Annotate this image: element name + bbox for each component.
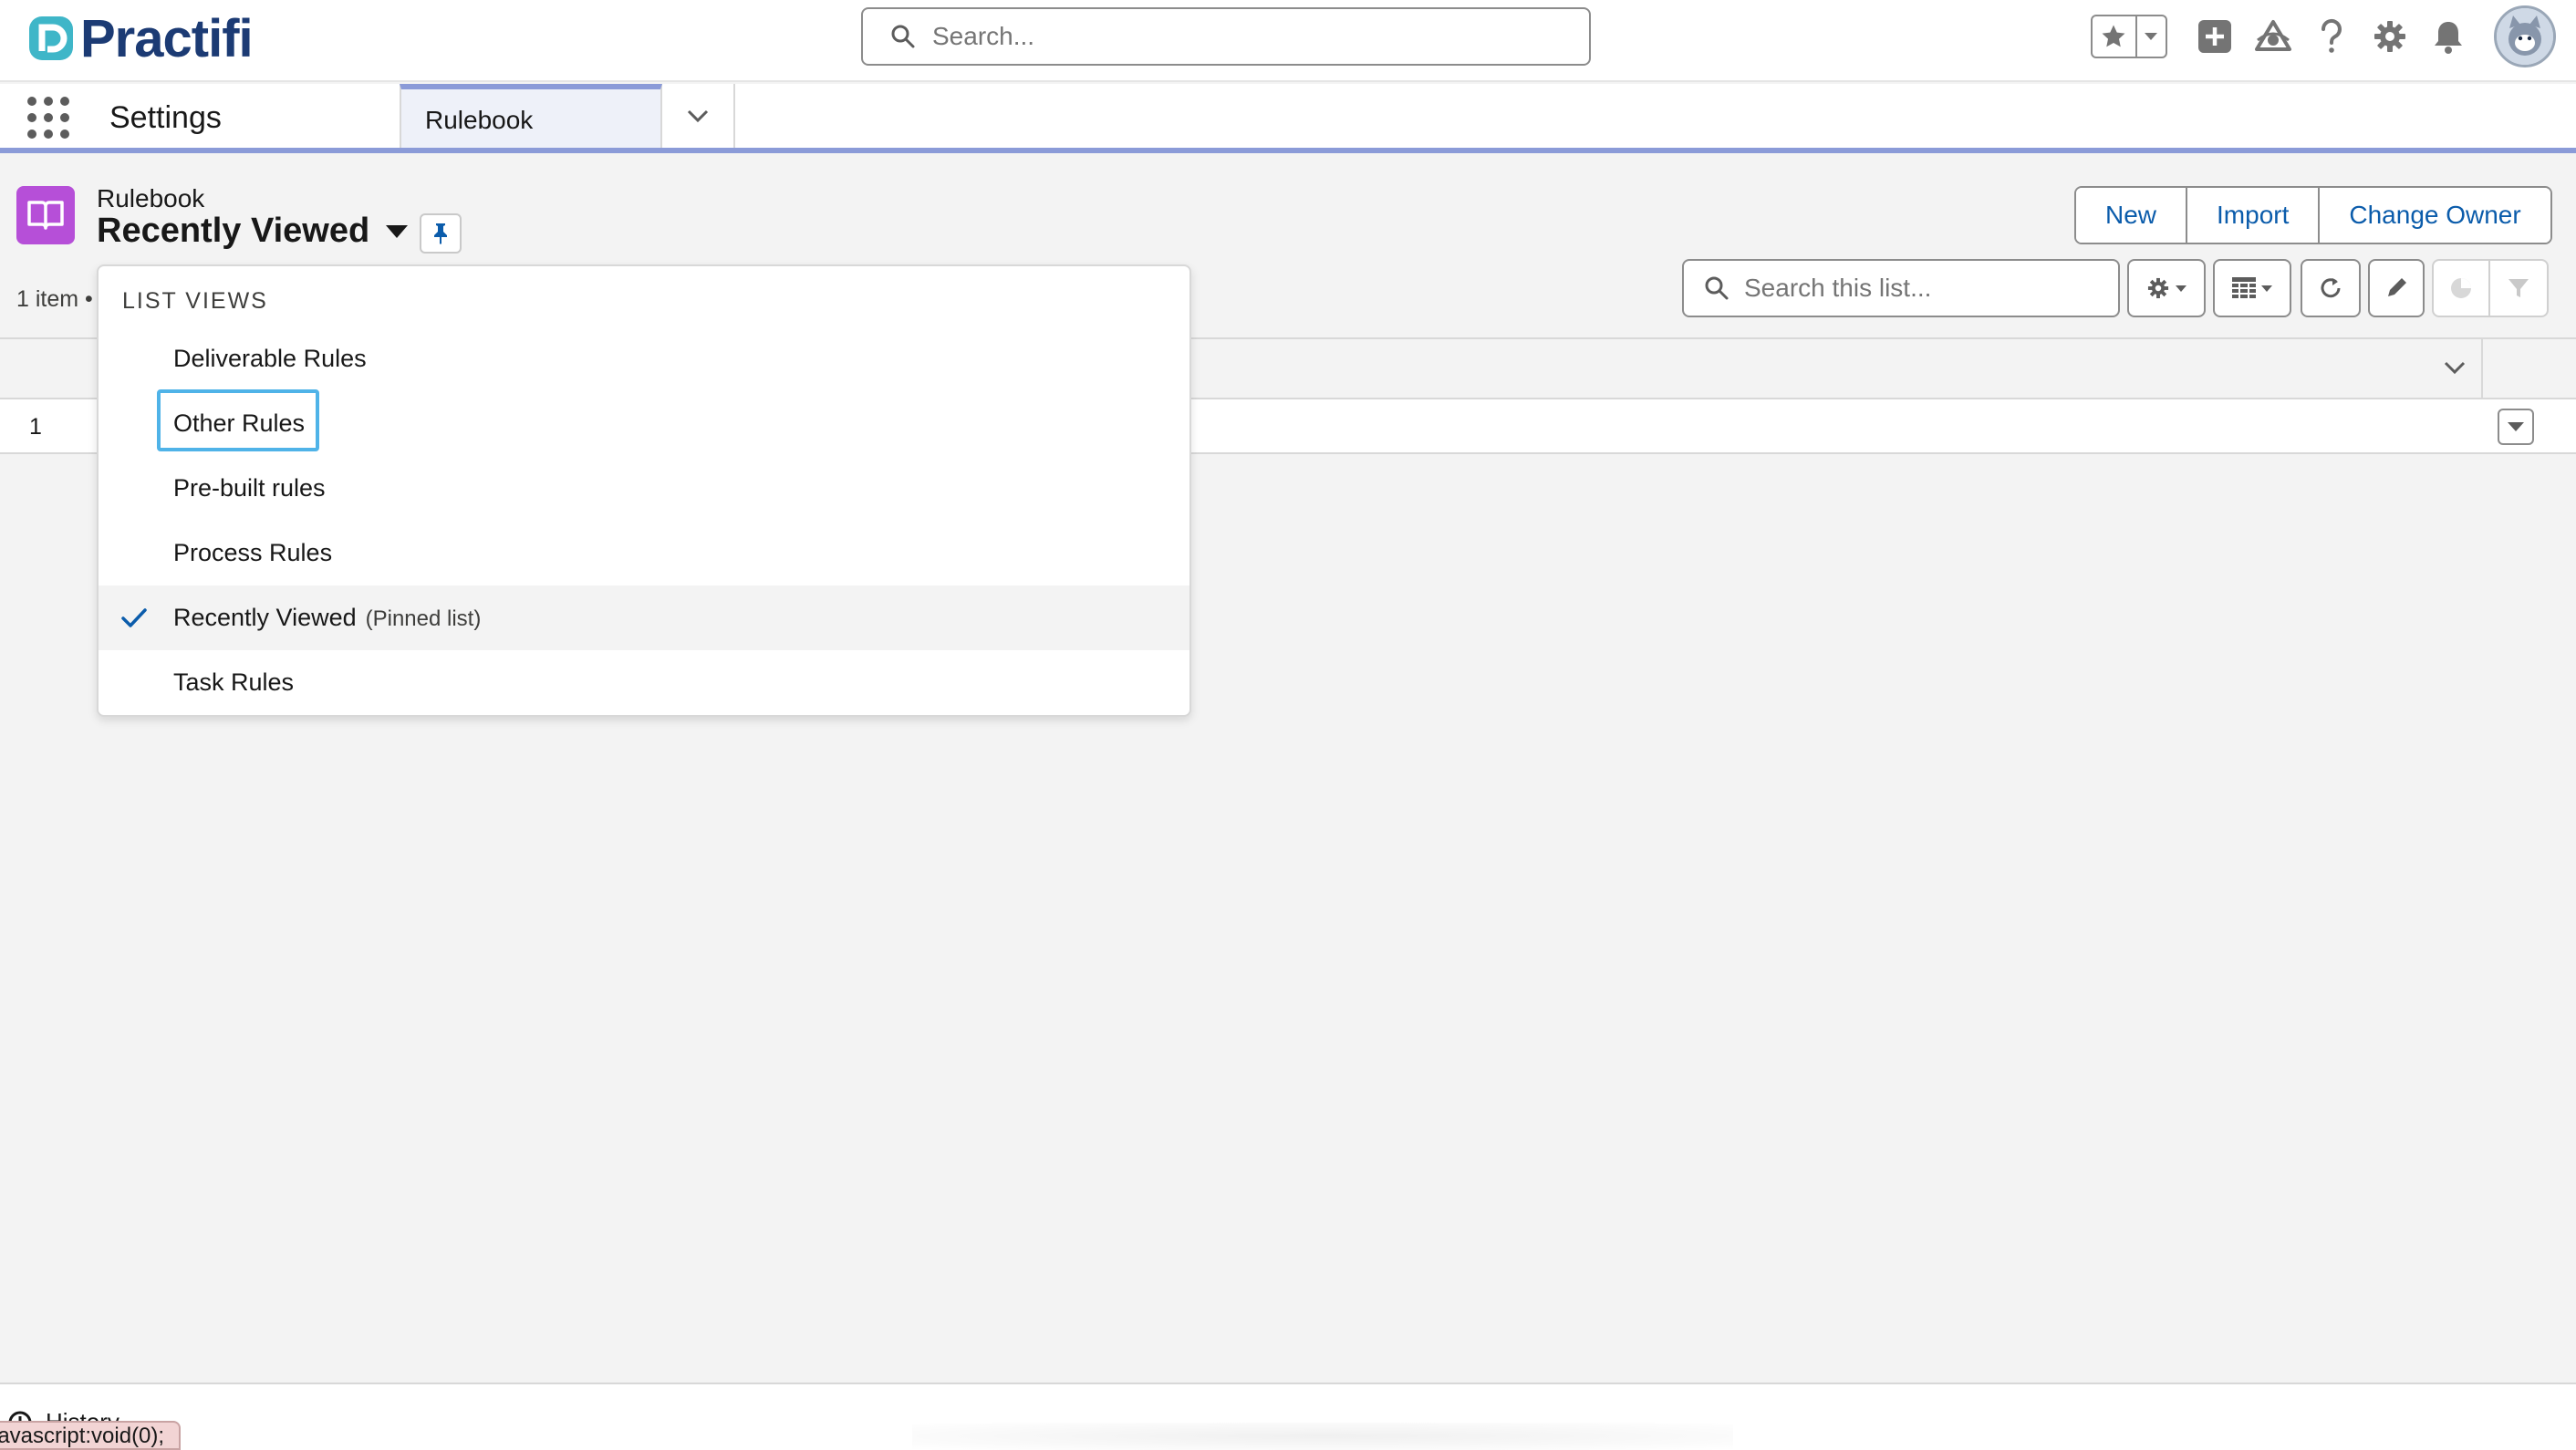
row-number: 1: [29, 414, 42, 440]
chevron-down-icon: [687, 109, 709, 123]
pencil-icon: [2388, 278, 2406, 296]
column-divider: [2481, 339, 2483, 399]
pin-list-button[interactable]: [420, 213, 462, 254]
chart-filter-button-group: [2432, 259, 2549, 317]
option-label: Other Rules: [173, 409, 306, 437]
list-view-option-process-rules[interactable]: Process Rules: [99, 521, 1189, 585]
header-utility-icons: [2091, 0, 2576, 73]
practifi-logo-icon: [27, 15, 75, 62]
option-label: Process Rules: [173, 539, 333, 566]
favorites-star-icon[interactable]: [2093, 16, 2137, 57]
list-view-option-deliverable-rules[interactable]: Deliverable Rules: [99, 326, 1189, 391]
display-as-button[interactable]: [2213, 259, 2291, 317]
list-view-name: Recently Viewed: [97, 212, 370, 250]
list-search-box[interactable]: [1682, 259, 2120, 317]
caret-down-icon: [2261, 285, 2272, 292]
change-owner-button[interactable]: Change Owner: [2320, 188, 2550, 243]
global-header: Practifi: [0, 0, 2576, 82]
list-search-input[interactable]: [1744, 274, 2109, 303]
tab-rulebook-menu-button[interactable]: [662, 84, 735, 148]
refresh-icon: [2321, 278, 2341, 298]
column-actions-chevron-icon[interactable]: [2441, 354, 2468, 386]
search-icon: [891, 25, 915, 48]
checkmark-icon: [120, 606, 148, 636]
global-add-icon[interactable]: [2195, 16, 2235, 57]
list-view-option-task-rules[interactable]: Task Rules: [99, 650, 1189, 715]
caret-down-icon: [2508, 422, 2524, 431]
refresh-button[interactable]: [2301, 259, 2361, 317]
user-avatar[interactable]: [2494, 5, 2556, 67]
item-count: 1 item •: [16, 286, 93, 312]
pin-icon: [434, 223, 447, 244]
import-button[interactable]: Import: [2187, 188, 2321, 243]
app-navigation-bar: Settings Rulebook: [0, 84, 2576, 153]
app-launcher-icon[interactable]: [27, 97, 69, 139]
practifi-logo[interactable]: Practifi: [27, 8, 254, 68]
favorites-dropdown-icon[interactable]: [2137, 16, 2166, 57]
setup-gear-icon[interactable]: [2370, 16, 2410, 57]
help-icon[interactable]: [2311, 16, 2352, 57]
rulebook-object-icon: [16, 186, 75, 244]
edit-list-button[interactable]: [2368, 259, 2425, 317]
option-label: Pre-built rules: [173, 474, 326, 502]
new-button[interactable]: New: [2076, 188, 2188, 243]
app-name: Settings: [109, 100, 222, 135]
caret-down-icon: [386, 224, 409, 238]
list-view-option-recently-viewed[interactable]: Recently Viewed (Pinned list): [99, 585, 1189, 650]
gear-icon: [2147, 277, 2169, 299]
list-actions-button-group: New Import Change Owner: [2074, 186, 2552, 244]
list-views-heading: LIST VIEWS: [122, 288, 268, 314]
option-label-wrapper: Recently Viewed (Pinned list): [173, 604, 481, 632]
caret-down-icon: [2176, 285, 2186, 292]
pinned-list-note: (Pinned list): [365, 606, 482, 631]
brand-name: Practifi: [80, 8, 254, 68]
option-label: Deliverable Rules: [173, 345, 367, 372]
filter-icon[interactable]: [2490, 275, 2547, 301]
status-url-text: javascript:void(0);: [0, 1424, 165, 1448]
list-view-option-other-rules[interactable]: Other Rules: [99, 389, 1189, 456]
option-label: Recently Viewed: [173, 604, 357, 631]
option-label: Task Rules: [173, 668, 295, 696]
list-view-controls-button[interactable]: [2127, 259, 2206, 317]
table-icon: [2232, 277, 2256, 298]
notifications-bell-icon[interactable]: [2428, 16, 2468, 57]
chart-icon[interactable]: [2434, 261, 2490, 316]
row-actions-button[interactable]: [2498, 409, 2534, 445]
global-search-input[interactable]: [932, 22, 1553, 51]
search-icon: [1705, 276, 1729, 300]
list-views-dropdown: LIST VIEWS Deliverable Rules Other Rules…: [97, 264, 1191, 717]
global-search-box[interactable]: [861, 7, 1591, 66]
tab-label: Rulebook: [425, 106, 534, 134]
footer-shadow: [912, 1423, 1733, 1450]
favorites-button-group: [2091, 15, 2167, 58]
object-name: Rulebook: [97, 184, 205, 212]
browser-status-url: javascript:void(0);: [0, 1421, 182, 1450]
tab-rulebook[interactable]: Rulebook: [400, 84, 662, 148]
list-view-option-pre-built-rules[interactable]: Pre-built rules: [99, 456, 1189, 521]
list-view-picker[interactable]: Recently Viewed: [97, 212, 409, 251]
trailhead-icon[interactable]: [2253, 16, 2293, 57]
